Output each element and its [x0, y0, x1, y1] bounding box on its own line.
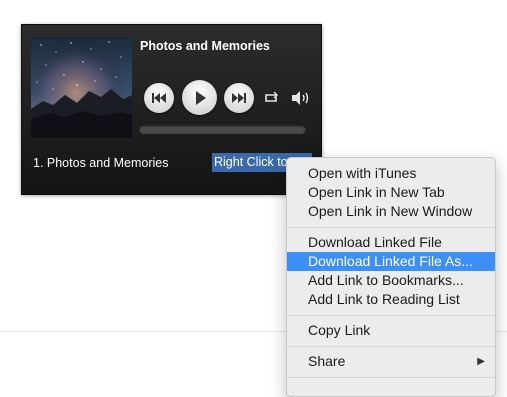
menu-item-open-link-new-tab[interactable]: Open Link in New Tab: [287, 183, 495, 202]
context-menu: Open with iTunes Open Link in New Tab Op…: [286, 157, 496, 397]
menu-separator: [287, 377, 495, 378]
menu-separator: [287, 346, 495, 347]
menu-item-add-link-to-bookmarks[interactable]: Add Link to Bookmarks...: [287, 271, 495, 290]
previous-button[interactable]: [144, 83, 174, 113]
next-button[interactable]: [224, 83, 254, 113]
play-icon: [195, 90, 206, 105]
repeat-button[interactable]: [262, 90, 280, 106]
menu-item-download-linked-file[interactable]: Download Linked File: [287, 233, 495, 252]
menu-item-open-link-new-window[interactable]: Open Link in New Window: [287, 202, 495, 221]
chevron-right-icon: ▶: [477, 356, 485, 367]
track-title: Photos and Memories: [140, 39, 270, 53]
next-track-icon: [232, 93, 246, 103]
menu-separator: [287, 227, 495, 228]
menu-separator: [287, 315, 495, 316]
volume-button[interactable]: [290, 89, 312, 107]
menu-item-copy-link[interactable]: Copy Link: [287, 321, 495, 340]
repeat-icon: [265, 91, 278, 102]
album-artwork: [31, 37, 132, 138]
play-button[interactable]: [182, 80, 217, 115]
audio-player: Photos and Memories 1. Photos and Memori…: [21, 24, 322, 195]
menu-item-open-with-itunes[interactable]: Open with iTunes: [287, 164, 495, 183]
menu-item-add-link-to-reading-list[interactable]: Add Link to Reading List: [287, 290, 495, 309]
menu-item-share-label: Share: [308, 353, 346, 369]
menu-item-download-linked-file-as[interactable]: Download Linked File As...: [287, 252, 495, 271]
track-list-item[interactable]: 1. Photos and Memories: [33, 156, 169, 170]
previous-track-icon: [152, 93, 166, 103]
volume-icon: [292, 91, 309, 105]
progress-bar[interactable]: [139, 125, 306, 134]
menu-item-share[interactable]: Share ▶: [287, 352, 495, 371]
